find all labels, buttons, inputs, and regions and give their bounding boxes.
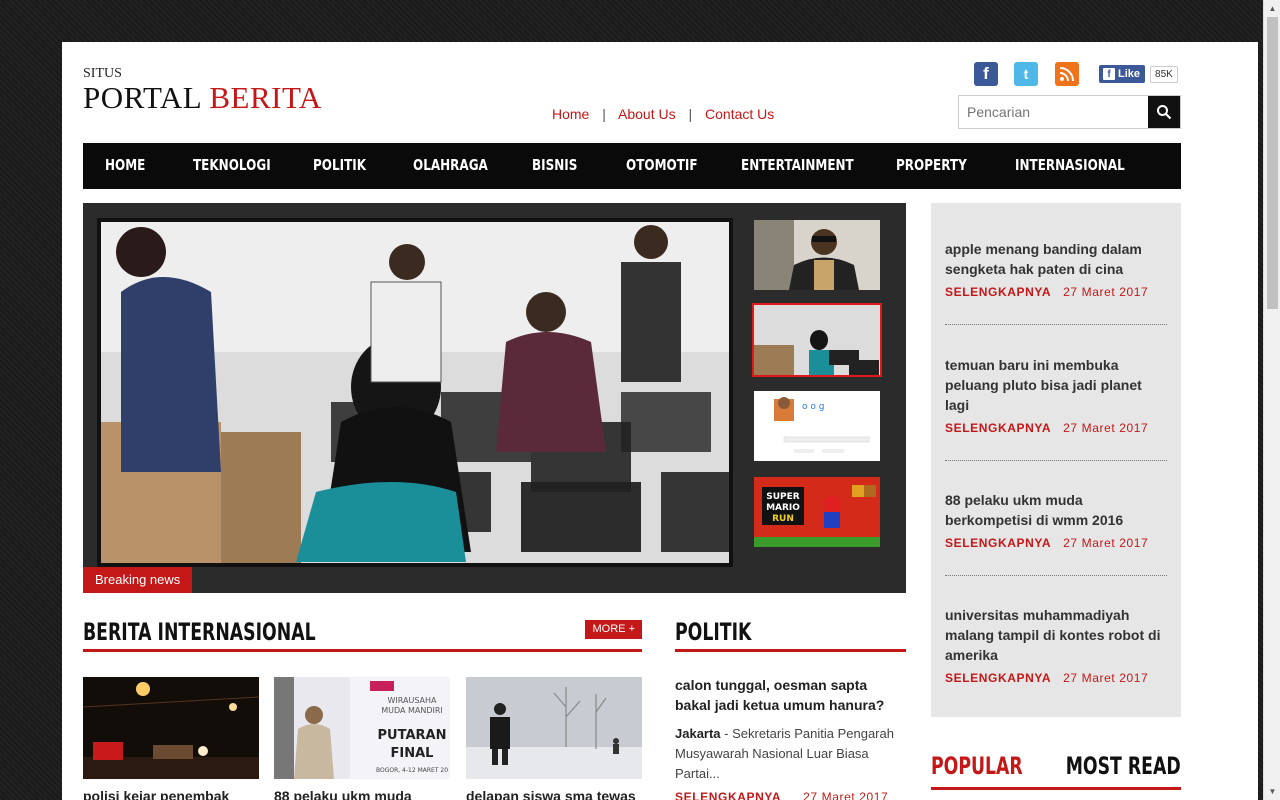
scroll-up-icon[interactable]: ▲ bbox=[1264, 0, 1280, 17]
divider bbox=[945, 324, 1167, 325]
article-thumbnail[interactable] bbox=[466, 677, 642, 779]
read-more-link[interactable]: SELENGKAPNYA bbox=[945, 671, 1051, 685]
slider-thumb[interactable]: o o g bbox=[752, 389, 882, 463]
poster-text: PUTARAN bbox=[378, 728, 447, 743]
like-label: Like bbox=[1118, 68, 1141, 80]
scrollbar-thumb[interactable] bbox=[1267, 17, 1278, 309]
facebook-icon[interactable]: f bbox=[974, 62, 998, 86]
news-slider: Breaking news o o g SUPER MARIO RUN bbox=[83, 203, 906, 593]
poster-text: BOGOR, 4-12 MARET 20 bbox=[376, 767, 448, 774]
politik-article-excerpt: Jakarta - Sekretaris Panitia Pengarah Mu… bbox=[675, 724, 903, 784]
sidebar-news-item: universitas muhammadiyah malang tampil d… bbox=[945, 605, 1167, 685]
sidebar-news-title[interactable]: 88 pelaku ukm muda berkompetisi di wmm 2… bbox=[945, 490, 1167, 530]
scroll-down-icon[interactable]: ▼ bbox=[1264, 783, 1280, 800]
divider bbox=[945, 575, 1167, 576]
logo-red-text: BERITA bbox=[209, 80, 322, 115]
article-title[interactable]: polisi kejar penembak bbox=[83, 788, 229, 800]
read-more-link[interactable]: SELENGKAPNYA bbox=[945, 536, 1051, 550]
search-button[interactable] bbox=[1148, 96, 1180, 128]
rss-icon[interactable] bbox=[1055, 62, 1079, 86]
slider-main-image[interactable] bbox=[97, 218, 733, 567]
news-date: 27 Maret 2017 bbox=[1063, 421, 1149, 435]
svg-text:MARIO: MARIO bbox=[766, 503, 800, 513]
page-scrollbar[interactable]: ▲ ▼ bbox=[1263, 0, 1280, 800]
facebook-like-button[interactable]: f Like bbox=[1099, 65, 1146, 83]
nav-item-olahraga[interactable]: OLAHRAGA bbox=[413, 156, 488, 174]
divider bbox=[945, 460, 1167, 461]
more-button[interactable]: MORE + bbox=[584, 620, 642, 639]
poster-text: MUDA MANDIRI bbox=[381, 706, 443, 715]
svg-text:o o g: o o g bbox=[802, 402, 824, 412]
tab-most-read[interactable]: MOST READ bbox=[1066, 752, 1181, 780]
topnav-about-link[interactable]: About Us bbox=[618, 106, 676, 122]
read-more-link[interactable]: SELENGKAPNYA bbox=[675, 790, 781, 800]
search-input[interactable] bbox=[959, 96, 1149, 128]
facebook-small-icon: f bbox=[1103, 68, 1115, 80]
top-navigation: Home | About Us | Contact Us bbox=[552, 106, 774, 122]
sidebar-news-title[interactable]: temuan baru ini membuka peluang pluto bi… bbox=[945, 355, 1167, 415]
sidebar-news-title[interactable]: universitas muhammadiyah malang tampil d… bbox=[945, 605, 1167, 665]
svg-text:SUPER: SUPER bbox=[766, 492, 800, 502]
nav-item-entertainment[interactable]: ENTERTAINMENT bbox=[741, 156, 854, 174]
section-header-internasional: BERITA INTERNASIONAL MORE + bbox=[83, 616, 642, 652]
article-thumbnail[interactable] bbox=[83, 677, 259, 779]
poster-text: FINAL bbox=[391, 746, 434, 761]
sidebar-news-item: apple menang banding dalam sengketa hak … bbox=[945, 239, 1167, 299]
nav-item-home[interactable]: HOME bbox=[105, 156, 145, 174]
slider-thumb[interactable] bbox=[752, 218, 882, 292]
nav-item-bisnis[interactable]: BISNIS bbox=[532, 156, 577, 174]
nav-item-politik[interactable]: POLITIK bbox=[313, 156, 366, 174]
sidebar-news-item: 88 pelaku ukm muda berkompetisi di wmm 2… bbox=[945, 490, 1167, 550]
logo-black-text: PORTAL bbox=[83, 80, 202, 115]
news-date: 27 Maret 2017 bbox=[1063, 285, 1149, 299]
section-title: POLITIK bbox=[675, 618, 752, 646]
sidebar-news-item: temuan baru ini membuka peluang pluto bi… bbox=[945, 355, 1167, 435]
popular-tabs: POPULAR MOST READ bbox=[931, 750, 1181, 790]
twitter-icon[interactable]: t bbox=[1014, 62, 1038, 86]
tab-popular[interactable]: POPULAR bbox=[931, 752, 1023, 780]
search-icon bbox=[1157, 105, 1172, 120]
slider-thumb-active[interactable] bbox=[752, 303, 882, 377]
topnav-separator: | bbox=[602, 106, 606, 122]
main-navigation: HOME TEKNOLOGI POLITIK OLAHRAGA BISNIS O… bbox=[83, 143, 1181, 189]
page-container: SITUS PORTAL BERITA Home | About Us | Co… bbox=[62, 42, 1258, 800]
nav-item-property[interactable]: PROPERTY bbox=[896, 156, 967, 174]
topnav-contact-link[interactable]: Contact Us bbox=[705, 106, 774, 122]
read-more-link[interactable]: SELENGKAPNYA bbox=[945, 285, 1051, 299]
nav-item-internasional[interactable]: INTERNASIONAL bbox=[1015, 156, 1125, 174]
svg-text:RUN: RUN bbox=[772, 514, 794, 524]
breaking-news-badge: Breaking news bbox=[83, 567, 193, 593]
read-more-link[interactable]: SELENGKAPNYA bbox=[945, 421, 1051, 435]
section-title: BERITA INTERNASIONAL bbox=[83, 618, 316, 646]
article-thumbnail[interactable]: WIRAUSAHA MUDA MANDIRI PUTARAN FINAL BOGOR, … bbox=[274, 677, 450, 779]
news-date: 27 Maret 2017 bbox=[803, 790, 889, 800]
poster-text: WIRAUSAHA bbox=[387, 696, 437, 705]
article-title[interactable]: 88 pelaku ukm muda bbox=[274, 788, 412, 800]
article-title[interactable]: delapan siswa sma tewas bbox=[466, 788, 636, 800]
news-date: 27 Maret 2017 bbox=[1063, 671, 1149, 685]
topnav-home-link[interactable]: Home bbox=[552, 106, 589, 122]
slider-thumb[interactable]: SUPER MARIO RUN bbox=[752, 475, 882, 549]
like-count: 85K bbox=[1150, 65, 1178, 83]
search-box bbox=[958, 95, 1181, 129]
nav-item-otomotif[interactable]: OTOMOTIF bbox=[626, 156, 698, 174]
topnav-separator: | bbox=[688, 106, 693, 122]
politik-article-title[interactable]: calon tunggal, oesman sapta bakal jadi k… bbox=[675, 675, 903, 715]
nav-item-teknologi[interactable]: TEKNOLOGI bbox=[193, 156, 271, 174]
news-date: 27 Maret 2017 bbox=[1063, 536, 1149, 550]
sidebar-latest-news: apple menang banding dalam sengketa hak … bbox=[931, 203, 1181, 717]
section-header-politik: POLITIK bbox=[675, 616, 906, 652]
excerpt-location: Jakarta bbox=[675, 726, 721, 741]
facebook-like-widget: f Like 85K bbox=[1099, 65, 1178, 83]
site-logo[interactable]: PORTAL BERITA bbox=[83, 80, 322, 116]
sidebar-news-title[interactable]: apple menang banding dalam sengketa hak … bbox=[945, 239, 1167, 279]
